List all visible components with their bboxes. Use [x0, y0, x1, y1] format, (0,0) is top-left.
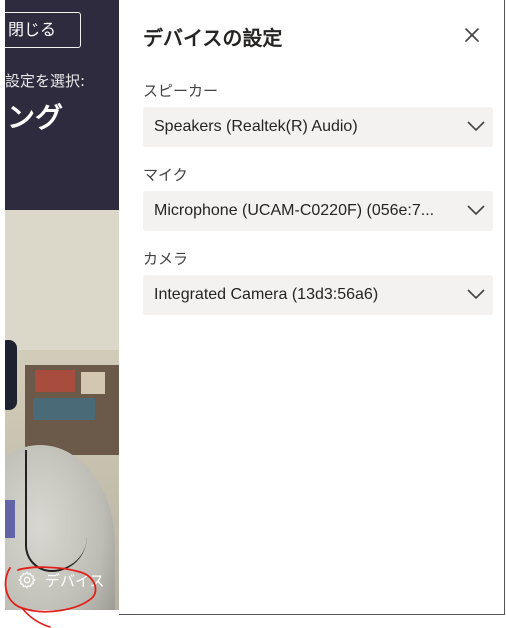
meeting-title: ング [7, 101, 64, 134]
choose-settings-text: 設定を選択: [5, 72, 86, 90]
speaker-select[interactable]: Speakers (Realtek(R) Audio) [143, 107, 493, 147]
panel-title: デバイスの設定 [143, 26, 283, 50]
preview-object [81, 372, 105, 394]
close-button[interactable]: 閉じる [5, 12, 81, 48]
preview-cable [25, 450, 87, 572]
meeting-prejoin-pane: 閉じる 設定を選択: ング デバイス [5, 0, 119, 610]
preview-wall [5, 210, 119, 350]
preview-hair [5, 340, 17, 410]
preview-object [33, 398, 95, 420]
device-settings-panel: デバイスの設定 スピーカー Speakers (Realtek(R) Audio… [119, 0, 505, 615]
device-settings-button[interactable]: デバイス [17, 568, 105, 592]
camera-label: カメラ [143, 250, 189, 268]
purple-accent [5, 500, 15, 538]
gear-icon [18, 571, 36, 589]
speaker-value: Speakers (Realtek(R) Audio) [154, 118, 358, 135]
microphone-value: Microphone (UCAM-C0220F) (056e:7... [154, 202, 435, 219]
microphone-label: マイク [143, 166, 188, 184]
close-icon[interactable] [461, 24, 483, 46]
camera-preview [5, 210, 119, 610]
preview-object [35, 370, 75, 392]
chevron-down-icon [467, 289, 485, 300]
camera-value: Integrated Camera (13d3:56a6) [154, 286, 379, 303]
device-button-label: デバイス [45, 571, 105, 590]
speaker-label: スピーカー [143, 82, 219, 100]
chevron-down-icon [467, 121, 485, 132]
camera-select[interactable]: Integrated Camera (13d3:56a6) [143, 275, 493, 315]
microphone-select[interactable]: Microphone (UCAM-C0220F) (056e:7... [143, 191, 493, 231]
chevron-down-icon [467, 205, 485, 216]
